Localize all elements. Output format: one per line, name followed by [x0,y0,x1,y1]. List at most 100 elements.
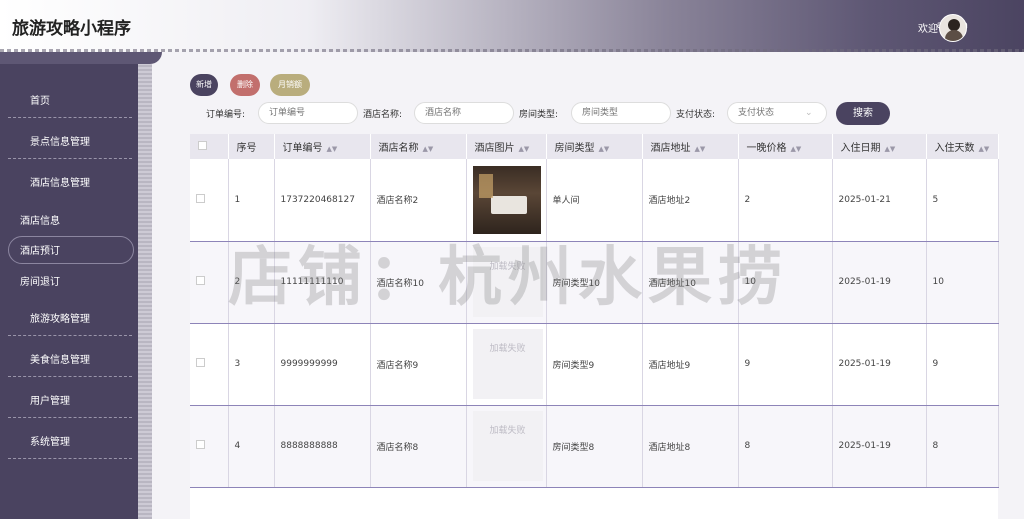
row-checkbox-cell[interactable] [190,405,229,488]
col-header-days[interactable]: 入住天数 ▲▼ [926,134,999,159]
hotel-name-label: 酒店名称: [363,110,403,120]
chevron-down-icon: ⌄ [805,108,813,118]
cell-date: 2025-01-19 [832,241,927,324]
cell-addr: 酒店地址10 [642,241,739,324]
cell-hotel: 酒店名称8 [370,405,467,488]
cell-price: 10 [738,241,833,324]
row-checkbox-cell[interactable] [190,159,229,242]
sidebar-subitem-label: 酒店预订 [20,246,60,257]
sort-icon[interactable]: ▲▼ [423,145,434,153]
order-no-label: 订单编号: [206,110,246,120]
hotel-name-input[interactable] [414,102,514,124]
col-header-label: 房间类型 [554,143,595,154]
cell-order: 11111111110 [274,241,371,324]
col-header-no: 序号 [228,134,275,159]
table-row: 1 1737220468127 酒店名称2 单人间 酒店地址2 2 2025-0… [190,159,999,242]
cell-room: 房间类型9 [546,323,643,406]
sort-icon[interactable]: ▲▼ [599,145,610,153]
sidebar-item-users[interactable]: 用户管理 [8,378,132,418]
cell-hotel: 酒店名称9 [370,323,467,406]
image-load-failed: 加载失败 [472,329,543,399]
col-header-addr[interactable]: 酒店地址 ▲▼ [642,134,739,159]
room-type-label: 房间类型: [519,110,559,120]
cell-room: 单人间 [546,159,643,242]
sort-icon[interactable]: ▲▼ [695,145,706,153]
sidebar-item-label: 美食信息管理 [30,355,90,366]
sidebar-item-system[interactable]: 系统管理 [8,419,132,459]
cell-room: 房间类型8 [546,405,643,488]
sort-icon[interactable]: ▲▼ [327,145,338,153]
cell-hotel: 酒店名称10 [370,241,467,324]
cell-image: 加载失败 [466,405,547,488]
cell-hotel: 酒店名称2 [370,159,467,242]
cell-date: 2025-01-21 [832,159,927,242]
image-load-failed: 加载失败 [472,411,543,481]
row-checkbox-cell[interactable] [190,323,229,406]
cell-addr: 酒店地址8 [642,405,739,488]
col-header-label: 一晚价格 [746,143,787,154]
sort-icon[interactable]: ▲▼ [519,145,530,153]
sidebar-item-home[interactable]: 首页 [8,78,132,118]
sidebar-item-label: 用户管理 [30,396,70,407]
cell-image: 加载失败 [466,241,547,324]
col-header-image[interactable]: 酒店图片 ▲▼ [466,134,547,159]
delete-button[interactable]: 删除 [230,74,260,96]
col-header-label: 订单编号 [282,143,323,154]
sidebar-scroll-strip [138,64,152,519]
sidebar-item-guides[interactable]: 旅游攻略管理 [8,296,132,336]
checkbox[interactable] [196,193,205,203]
col-header-date[interactable]: 入住日期 ▲▼ [832,134,927,159]
header-subbar [0,52,162,64]
col-header-label: 入住天数 [934,143,975,154]
add-button[interactable]: 新增 [190,74,218,96]
cell-days: 10 [926,241,999,324]
welcome-text: 欢迎 [918,24,938,35]
cell-no: 3 [228,323,275,406]
monthly-sales-button[interactable]: 月销额 [270,74,310,96]
checkbox[interactable] [196,358,205,367]
table-row: 3 9999999999 酒店名称9 加载失败 房间类型9 酒店地址9 9 20… [190,323,999,406]
col-header-room[interactable]: 房间类型 ▲▼ [546,134,643,159]
hotel-image[interactable] [472,165,541,234]
col-header-label: 酒店地址 [650,143,691,154]
cell-addr: 酒店地址2 [642,159,739,242]
cell-image: 加载失败 [466,323,547,406]
cell-price: 9 [738,323,833,406]
select-all-checkbox[interactable] [190,134,229,159]
sidebar-item-label: 旅游攻略管理 [30,314,90,325]
cell-price: 2 [738,159,833,242]
sidebar-item-label: 景点信息管理 [30,137,90,148]
sort-icon[interactable]: ▲▼ [979,145,990,153]
cell-days: 8 [926,405,999,488]
col-header-label: 酒店名称 [378,143,419,154]
sidebar-item-attractions[interactable]: 景点信息管理 [8,119,132,159]
avatar[interactable] [939,14,967,42]
sidebar-subitem-room-refund[interactable]: 房间退订 [0,265,138,293]
checkbox[interactable] [196,276,205,285]
checkbox[interactable] [198,140,207,150]
sidebar-item-food[interactable]: 美食信息管理 [8,337,132,377]
cell-order: 1737220468127 [274,159,371,242]
col-header-label: 入住日期 [840,143,881,154]
row-checkbox-cell[interactable] [190,241,229,324]
sort-icon[interactable]: ▲▼ [885,145,896,153]
sort-icon[interactable]: ▲▼ [791,145,802,153]
cell-price: 8 [738,405,833,488]
sidebar-item-hotels[interactable]: 酒店信息管理 [8,160,132,200]
search-button[interactable]: 搜索 [836,102,890,125]
col-header-price[interactable]: 一晚价格 ▲▼ [738,134,833,159]
checkbox[interactable] [196,440,205,449]
col-header-hotel[interactable]: 酒店名称 ▲▼ [370,134,467,159]
cell-order: 8888888888 [274,405,371,488]
cell-days: 5 [926,159,999,242]
col-header-label: 序号 [236,143,257,154]
order-no-input[interactable] [258,102,358,124]
app-title: 旅游攻略小程序 [12,19,131,39]
cell-date: 2025-01-19 [832,323,927,406]
sidebar-subitem-label: 酒店信息 [20,216,60,227]
col-header-order[interactable]: 订单编号 ▲▼ [274,134,371,159]
room-type-input[interactable] [571,102,671,124]
sidebar-subitem-hotel-info[interactable]: 酒店信息 [0,204,138,232]
pay-status-label: 支付状态: [676,110,716,120]
sidebar-subitem-hotel-booking[interactable]: 酒店预订 [0,234,138,264]
